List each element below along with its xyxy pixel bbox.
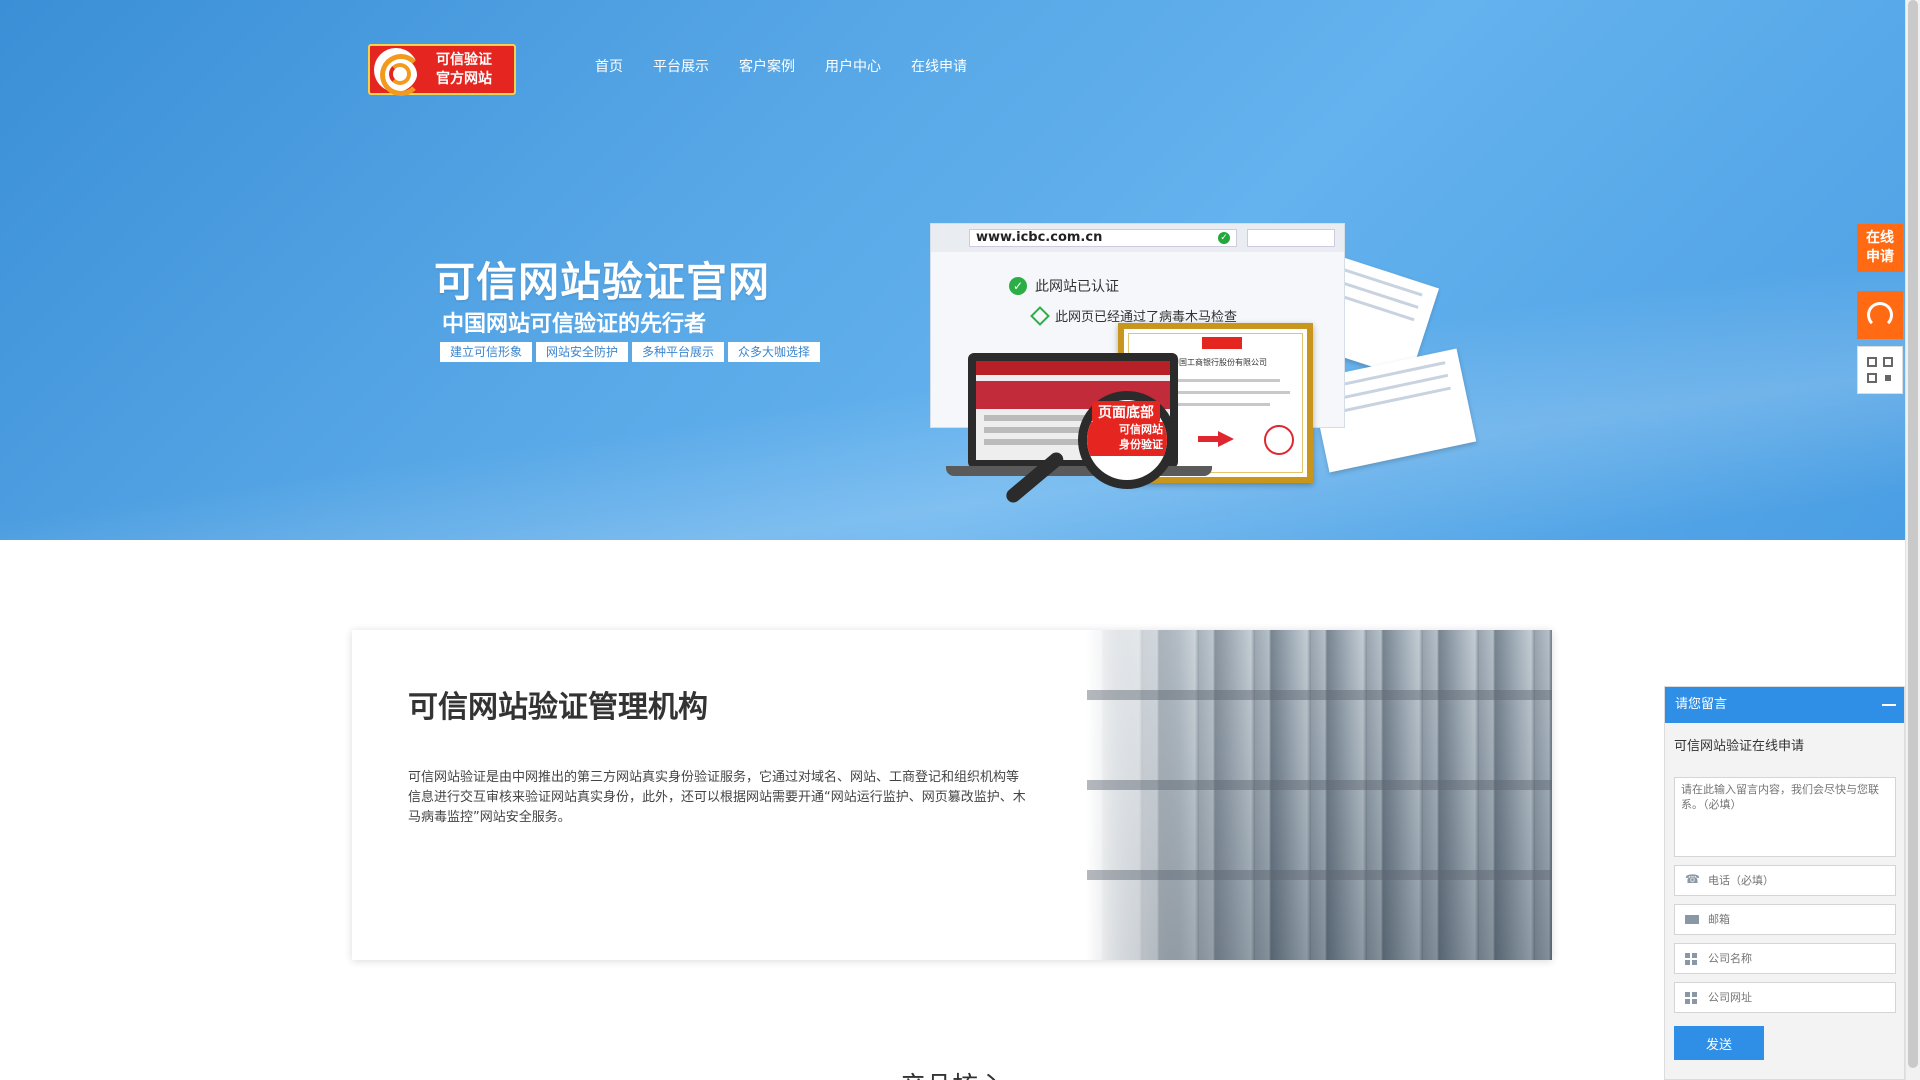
about-title: 可信网站验证管理机构 — [408, 690, 708, 725]
shield-icon — [1030, 305, 1050, 326]
building-icon — [1685, 952, 1699, 965]
check-icon: ✓ — [1218, 232, 1230, 244]
check-circle-icon: ✓ — [1009, 277, 1027, 295]
hero-tag: 网站安全防护 — [536, 342, 628, 362]
message-textarea[interactable] — [1674, 777, 1896, 857]
hero-tag: 建立可信形象 — [440, 342, 532, 362]
arrow-head-icon — [1218, 431, 1234, 447]
globe-icon — [1685, 991, 1699, 1004]
nav-online-apply[interactable]: 在线申请 — [896, 52, 982, 80]
headset-icon — [1867, 302, 1893, 328]
about-section: 可信网站验证管理机构 可信网站验证是由中网推出的第三方网站真实身份验证服务，它通… — [352, 630, 1552, 960]
scrollbar-thumb[interactable] — [1908, 0, 1918, 1068]
certificate-seal-icon — [1264, 425, 1294, 455]
hero-banner: 可信验证 官方网站 首页 平台展示 客户案例 用户中心 在线申请 可信网站验证官… — [0, 0, 1905, 540]
company-input[interactable] — [1708, 952, 1888, 965]
website-field[interactable] — [1674, 982, 1896, 1013]
send-button[interactable]: 发送 — [1674, 1026, 1764, 1060]
laptop-base — [946, 466, 1212, 476]
certificate-badge — [1202, 337, 1242, 349]
email-input[interactable] — [1708, 913, 1888, 926]
product-core-heading: 产品核心 — [900, 1066, 1004, 1080]
float-customer-service-button[interactable] — [1857, 291, 1903, 339]
logo-emblem-icon — [374, 47, 422, 96]
phone-input[interactable] — [1708, 874, 1888, 887]
about-description: 可信网站验证是由中网推出的第三方网站真实身份验证服务，它通过对域名、网站、工商登… — [408, 770, 1026, 825]
nav-home[interactable]: 首页 — [580, 52, 638, 80]
main-nav: 首页 平台展示 客户案例 用户中心 在线申请 — [580, 52, 982, 80]
phone-icon — [1685, 872, 1700, 887]
browser-search-field — [1247, 229, 1335, 247]
hero-title: 可信网站验证官网 — [434, 258, 770, 306]
message-panel: 请您留言 可信网站验证在线申请 发送 — [1664, 686, 1905, 1080]
logo-text: 可信验证 官方网站 — [418, 51, 510, 89]
hero-illustration: www.icbc.com.cn ✓ ✓ 此网站已认证 此网页已经通过了病毒木马检… — [928, 223, 1528, 508]
hero-tag: 众多大咖选择 — [728, 342, 820, 362]
message-panel-header: 请您留言 — [1665, 687, 1904, 723]
website-input[interactable] — [1708, 991, 1888, 1004]
hero-subtitle: 中国网站可信验证的先行者 — [442, 312, 707, 337]
phone-field[interactable] — [1674, 865, 1896, 896]
page-scrollbar[interactable] — [1905, 0, 1920, 1080]
browser-url: www.icbc.com.cn ✓ — [969, 229, 1237, 247]
site-logo[interactable]: 可信验证 官方网站 — [368, 44, 516, 96]
nav-customer-cases[interactable]: 客户案例 — [724, 52, 810, 80]
company-field[interactable] — [1674, 943, 1896, 974]
float-qrcode-button[interactable] — [1857, 346, 1903, 394]
message-panel-intro: 可信网站验证在线申请 — [1674, 739, 1805, 754]
page-bottom-label: 页面底部 — [1092, 401, 1160, 423]
email-field[interactable] — [1674, 904, 1896, 935]
qrcode-icon — [1867, 357, 1893, 383]
verified-notice: ✓ 此网站已认证 — [1009, 276, 1119, 296]
logo-line-2: 官方网站 — [436, 70, 492, 87]
mail-icon — [1685, 915, 1699, 924]
nav-platform-showcase[interactable]: 平台展示 — [638, 52, 724, 80]
message-panel-title: 请您留言 — [1675, 697, 1728, 712]
nav-user-center[interactable]: 用户中心 — [810, 52, 896, 80]
hero-tags: 建立可信形象 网站安全防护 多种平台展示 众多大咖选择 — [440, 342, 820, 362]
logo-line-1: 可信验证 — [436, 51, 492, 68]
float-apply-button[interactable]: 在线 申请 — [1857, 224, 1903, 272]
minimize-icon[interactable] — [1882, 704, 1896, 706]
hero-tag: 多种平台展示 — [632, 342, 724, 362]
building-photo — [1087, 630, 1552, 960]
arrow-icon — [1198, 436, 1220, 442]
